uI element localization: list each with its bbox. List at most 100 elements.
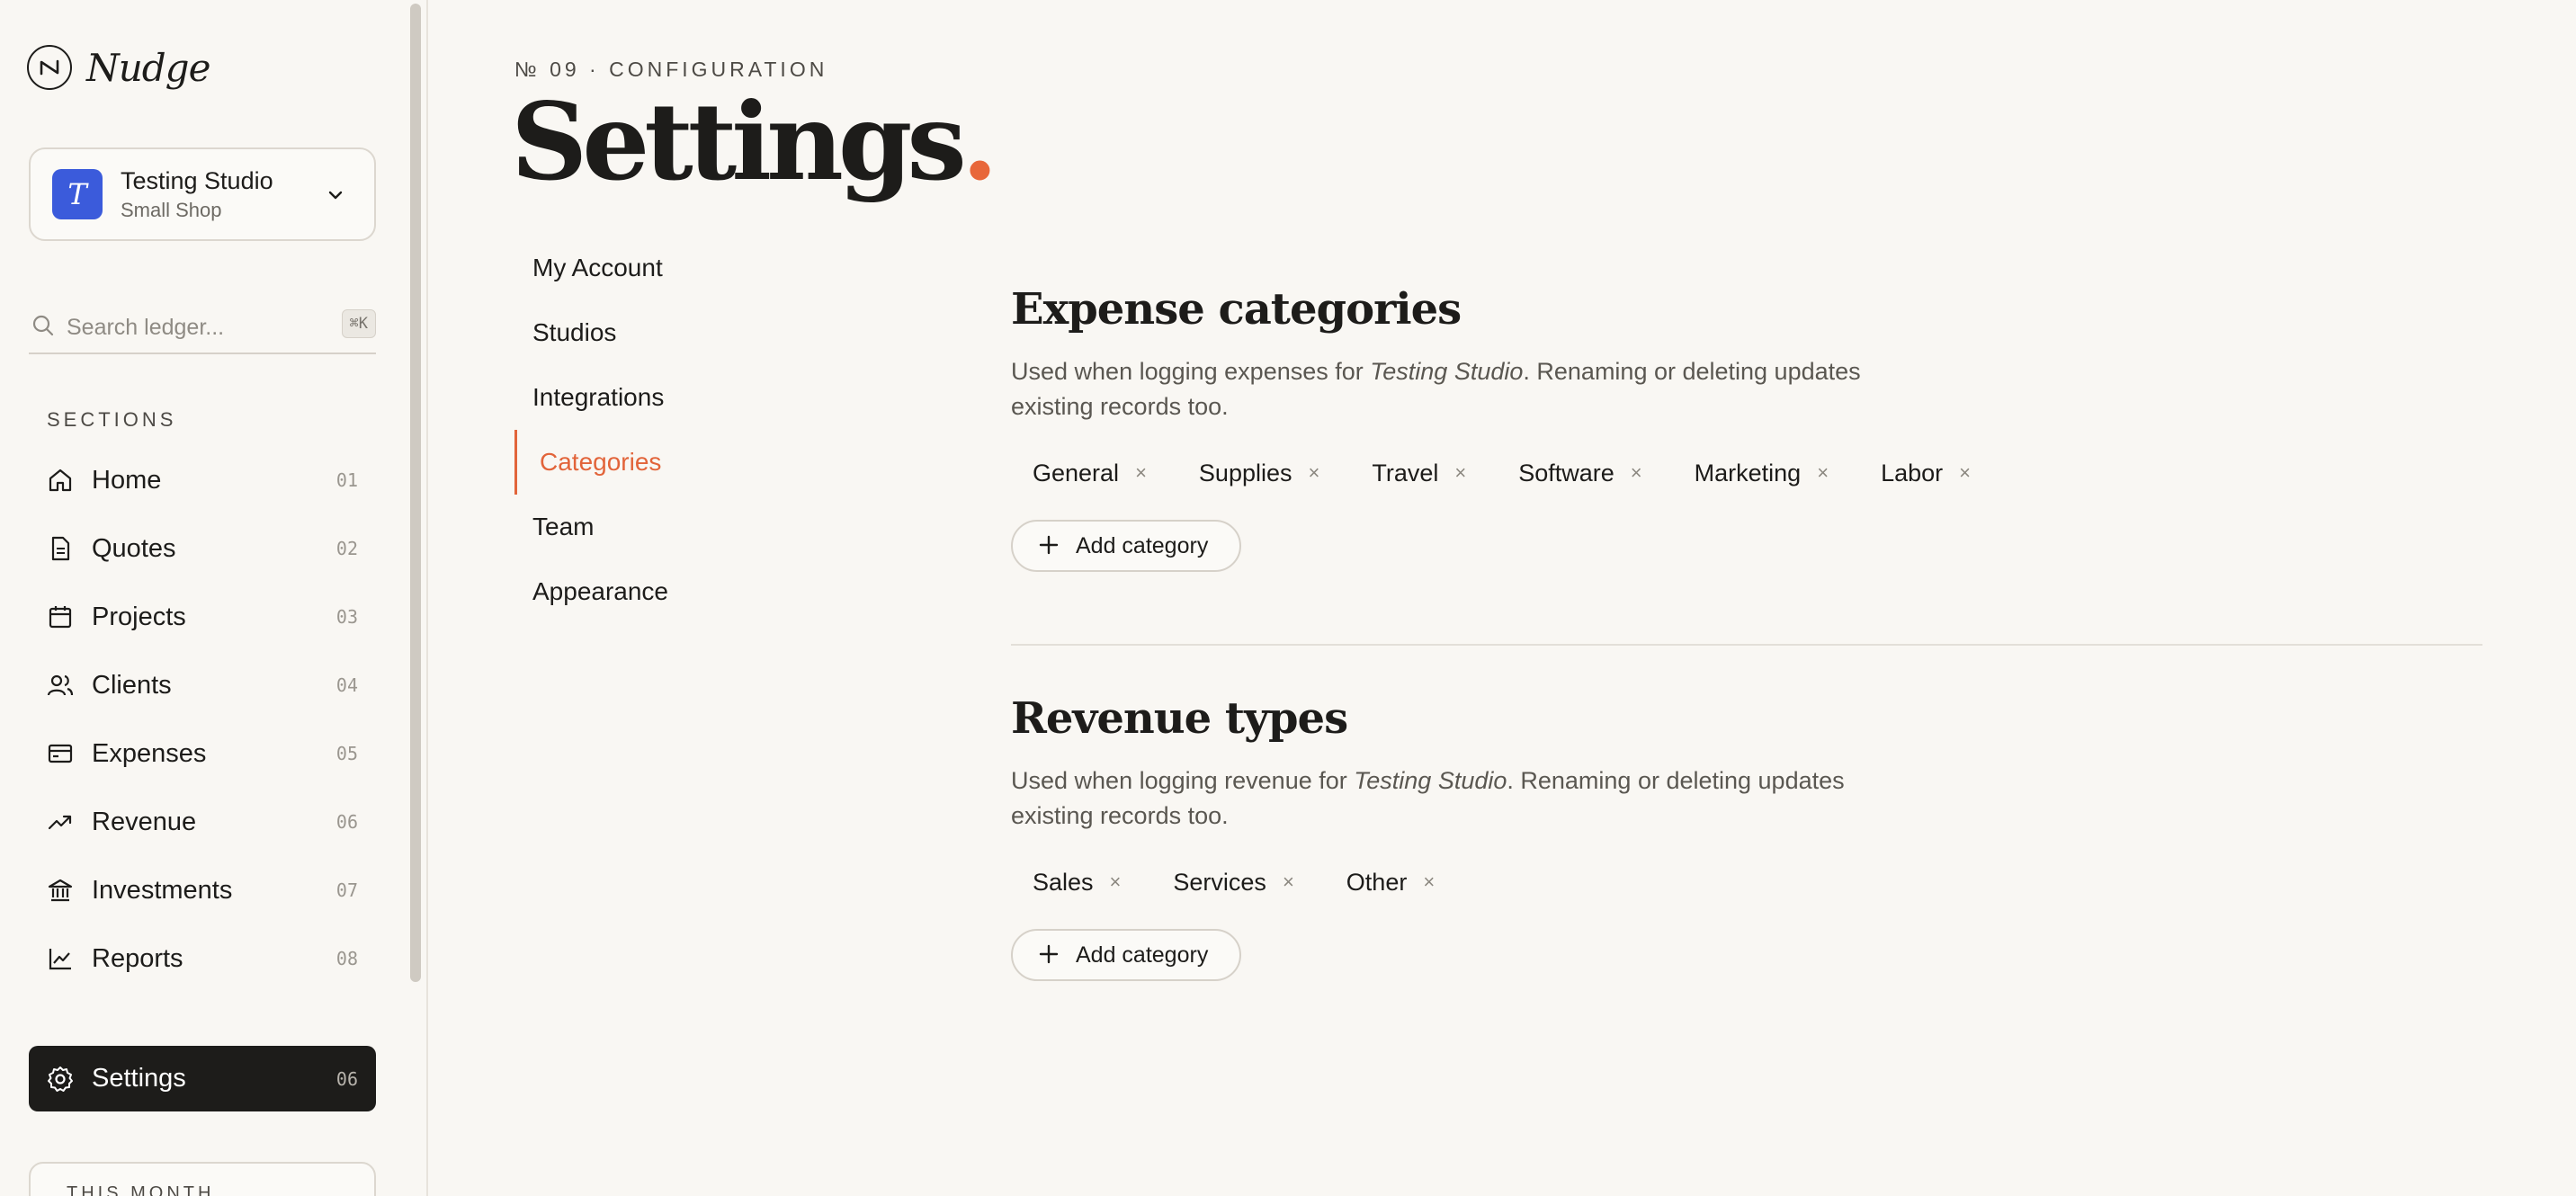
- remove-icon[interactable]: ×: [1454, 461, 1466, 485]
- sidebar-item-label: Quotes: [92, 533, 176, 563]
- revenue-chip-list: Sales × Services × Other ×: [1011, 859, 2486, 906]
- brand[interactable]: Nudge: [27, 45, 210, 90]
- document-icon: [45, 533, 76, 564]
- subnav-categories[interactable]: Categories: [514, 430, 784, 495]
- search-shortcut-badge: ⌘K: [341, 309, 376, 338]
- sidebar-item-label: Clients: [92, 670, 172, 700]
- section-divider: [1011, 644, 2482, 646]
- category-chip: Marketing ×: [1673, 450, 1850, 496]
- app-window: Nudge T Testing Studio Small Shop ⌘K SEC…: [0, 0, 2576, 1196]
- revenue-chip: Sales ×: [1011, 859, 1142, 906]
- sidebar-item-label: Expenses: [92, 738, 207, 768]
- sections-heading: SECTIONS: [47, 408, 177, 431]
- category-chip: Software ×: [1497, 450, 1663, 496]
- sidebar-item-revenue[interactable]: Revenue 06: [29, 788, 376, 856]
- search-input[interactable]: [67, 314, 309, 341]
- desc-text: Used when logging revenue for: [1011, 767, 1355, 794]
- sidebar-item-number: 07: [335, 879, 358, 901]
- sidebar-item-label: Revenue: [92, 807, 197, 836]
- chip-label[interactable]: Travel: [1372, 460, 1438, 487]
- add-revenue-category-button[interactable]: Add category: [1011, 929, 1241, 981]
- add-expense-category-button[interactable]: Add category: [1011, 520, 1241, 572]
- remove-icon[interactable]: ×: [1283, 870, 1294, 894]
- section-description: Used when logging revenue for Testing St…: [1011, 763, 1910, 834]
- sidebar-item-label: Projects: [92, 602, 186, 631]
- sidebar-item-label: Reports: [92, 943, 183, 973]
- page-title: Settings.: [511, 79, 998, 205]
- section-description: Used when logging expenses for Testing S…: [1011, 354, 1910, 424]
- sidebar-item-number: 05: [335, 743, 358, 764]
- sidebar-item-investments[interactable]: Investments 07: [29, 856, 376, 924]
- bank-icon: [45, 875, 76, 906]
- chip-label[interactable]: Services: [1173, 869, 1266, 897]
- chip-label[interactable]: Sales: [1033, 869, 1094, 897]
- subnav-team[interactable]: Team: [514, 495, 784, 559]
- revenue-chip: Other ×: [1325, 859, 1456, 906]
- home-icon: [45, 465, 76, 495]
- sidebar: Nudge T Testing Studio Small Shop ⌘K SEC…: [0, 0, 428, 1196]
- card-icon: [45, 738, 76, 769]
- sidebar-item-label: Home: [92, 465, 162, 495]
- studio-switcher[interactable]: T Testing Studio Small Shop: [29, 147, 376, 241]
- sidebar-item-projects[interactable]: Projects 03: [29, 583, 376, 651]
- line-chart-icon: [45, 943, 76, 974]
- revenue-chip: Services ×: [1151, 859, 1315, 906]
- search-icon: [31, 313, 56, 343]
- chip-label[interactable]: Labor: [1881, 460, 1943, 487]
- button-label: Add category: [1076, 532, 1209, 558]
- sidebar-item-clients[interactable]: Clients 04: [29, 651, 376, 719]
- sidebar-item-number: 08: [335, 948, 358, 969]
- sidebar-item-home[interactable]: Home 01: [29, 446, 376, 514]
- chip-label[interactable]: General: [1033, 460, 1119, 487]
- gear-icon: [45, 1064, 76, 1094]
- this-month-label: THIS MONTH: [67, 1183, 215, 1196]
- studio-plan: Small Shop: [121, 198, 222, 221]
- sidebar-item-quotes[interactable]: Quotes 02: [29, 514, 376, 583]
- revenue-types-section: Revenue types Used when logging revenue …: [1011, 693, 2486, 981]
- sidebar-item-number: 03: [335, 606, 358, 628]
- chip-label[interactable]: Other: [1346, 869, 1408, 897]
- remove-icon[interactable]: ×: [1631, 461, 1642, 485]
- sidebar-item-number: 02: [335, 538, 358, 559]
- calendar-icon: [45, 602, 76, 632]
- subnav-studios[interactable]: Studios: [514, 300, 784, 365]
- page-eyebrow: № 09 · CONFIGURATION: [514, 58, 828, 81]
- sidebar-item-number: 01: [335, 469, 358, 491]
- subnav-integrations[interactable]: Integrations: [514, 365, 784, 430]
- users-icon: [45, 670, 76, 701]
- remove-icon[interactable]: ×: [1959, 461, 1971, 485]
- chip-label[interactable]: Supplies: [1199, 460, 1292, 487]
- subnav-my-account[interactable]: My Account: [514, 236, 784, 300]
- category-chip: General ×: [1011, 450, 1168, 496]
- trend-up-icon: [45, 807, 76, 837]
- remove-icon[interactable]: ×: [1817, 461, 1829, 485]
- sidebar-item-expenses[interactable]: Expenses 05: [29, 719, 376, 788]
- plus-icon: [1038, 941, 1060, 969]
- plus-icon: [1038, 531, 1060, 560]
- studio-text: Testing Studio Small Shop: [121, 167, 273, 222]
- chevron-down-icon: [324, 183, 347, 211]
- settings-subnav: My Account Studios Integrations Categori…: [514, 236, 784, 624]
- remove-icon[interactable]: ×: [1135, 461, 1147, 485]
- remove-icon[interactable]: ×: [1423, 870, 1435, 894]
- section-title: Expense categories: [1011, 284, 1462, 335]
- sidebar-item-label: Investments: [92, 875, 233, 905]
- desc-text: Used when logging expenses for: [1011, 358, 1371, 385]
- chip-label[interactable]: Marketing: [1695, 460, 1802, 487]
- sidebar-nav: Home 01 Quotes 02 Projects 03 Clients 04…: [29, 446, 376, 993]
- this-month-card: THIS MONTH: [29, 1162, 376, 1196]
- sidebar-scrollbar[interactable]: [410, 4, 421, 982]
- page-title-dot: .: [961, 79, 998, 204]
- studio-name: Testing Studio: [121, 166, 273, 194]
- chip-label[interactable]: Software: [1518, 460, 1614, 487]
- remove-icon[interactable]: ×: [1110, 870, 1122, 894]
- sidebar-item-settings[interactable]: Settings 06: [29, 1046, 376, 1111]
- sidebar-item-label: Settings: [92, 1064, 186, 1093]
- search-bar: ⌘K: [29, 302, 376, 354]
- sidebar-item-reports[interactable]: Reports 08: [29, 924, 376, 993]
- category-chip: Labor ×: [1859, 450, 1992, 496]
- category-chip: Travel ×: [1350, 450, 1488, 496]
- category-chip: Supplies ×: [1177, 450, 1341, 496]
- subnav-appearance[interactable]: Appearance: [514, 559, 784, 624]
- remove-icon[interactable]: ×: [1309, 461, 1320, 485]
